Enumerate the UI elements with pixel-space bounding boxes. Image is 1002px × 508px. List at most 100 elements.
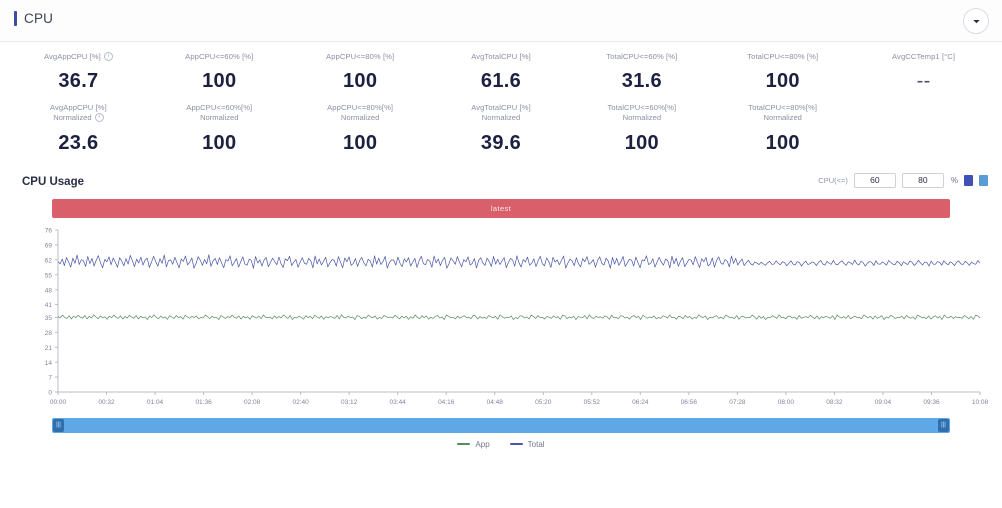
- time-range-slider[interactable]: ||| |||: [52, 417, 950, 433]
- kpi-label-text: AppCPU<=80%[%]: [327, 103, 394, 113]
- kpi-label-text: TotalCPU<=60%[%]: [607, 103, 677, 113]
- title-accent-bar: [14, 11, 17, 26]
- kpi-sublabel: Normalized: [481, 112, 521, 122]
- svg-text:03:12: 03:12: [341, 399, 358, 406]
- svg-text:06:24: 06:24: [632, 399, 649, 406]
- cpu-usage-chart[interactable]: 0 7 14 21 28 35 41 48 55 62 69 76 00:00 00:32 01:04 01:…: [14, 224, 988, 414]
- svg-text:06:56: 06:56: [681, 399, 698, 406]
- kpi-label-text: TotalCPU<=80% [%]: [747, 52, 819, 61]
- kpi-value: 39.6: [480, 131, 522, 154]
- kpi-value: 61.6: [480, 70, 522, 93]
- kpi-avg-total-cpu-normalized: AvgTotalCPU [%] Normalized 39.6: [431, 103, 572, 154]
- kpi-total-cpu-le-80-normalized: TotalCPU<=80%[%] Normalized 100: [712, 103, 853, 154]
- chart-header: CPU Usage CPU(<=) %: [0, 171, 1002, 197]
- legend-item-app[interactable]: App: [457, 439, 490, 449]
- svg-text:7: 7: [48, 375, 52, 382]
- chevron-down-icon[interactable]: [963, 8, 989, 34]
- threshold-low-input[interactable]: [853, 172, 896, 188]
- kpi-label-text: AvgAppCPU [%]: [49, 103, 107, 113]
- line-chart-icon[interactable]: [979, 174, 988, 186]
- range-end-handle[interactable]: |||: [938, 418, 949, 432]
- kpi-label-text: AvgAppCPU [%]: [43, 52, 101, 61]
- kpi-sublabel: Normalized: [340, 112, 380, 122]
- kpi-sublabel: Normalized: [622, 112, 662, 122]
- kpi-value: 100: [202, 131, 237, 154]
- info-icon[interactable]: i: [94, 113, 104, 123]
- kpi-sublabel-text: Normalized: [53, 112, 92, 122]
- svg-text:0: 0: [48, 389, 52, 396]
- kpi-value: --: [916, 70, 931, 93]
- legend-swatch: [509, 443, 523, 446]
- page-title: CPU: [14, 11, 53, 26]
- alert-banner[interactable]: latest: [52, 198, 950, 218]
- kpi-value: 31.6: [621, 70, 662, 93]
- kpi-label: AppCPU<=60%[%]: [186, 103, 252, 112]
- bar-chart-icon[interactable]: [964, 174, 973, 186]
- kpi-empty-cell: [853, 103, 994, 154]
- kpi-avg-total-cpu: AvgTotalCPU [%] 61.6: [431, 52, 572, 93]
- kpi-app-cpu-le-80-normalized: AppCPU<=80%[%] Normalized 100: [290, 103, 431, 154]
- legend-swatch: [457, 443, 471, 446]
- svg-text:00:00: 00:00: [50, 399, 67, 406]
- percent-unit-label: %: [950, 175, 958, 185]
- svg-text:41: 41: [45, 302, 53, 309]
- range-track[interactable]: [52, 417, 950, 433]
- svg-text:48: 48: [45, 287, 53, 294]
- chart-controls: CPU(<=) %: [818, 172, 988, 188]
- alert-banner-wrap: latest: [0, 197, 1002, 218]
- kpi-label-text: AppCPU<=80% [%]: [326, 52, 395, 61]
- svg-text:10:08: 10:08: [972, 399, 988, 406]
- svg-text:28: 28: [45, 330, 53, 337]
- svg-text:07:28: 07:28: [729, 399, 746, 406]
- svg-text:62: 62: [45, 257, 53, 264]
- kpi-label-text: AppCPU<=60%[%]: [186, 103, 253, 113]
- chart-title: CPU Usage: [22, 175, 84, 188]
- kpi-sublabel: Normalized: [200, 112, 239, 122]
- svg-text:08:00: 08:00: [778, 399, 795, 406]
- kpi-total-cpu-le-60-normalized: TotalCPU<=60%[%] Normalized 100: [571, 103, 712, 154]
- kpi-value: 100: [342, 131, 378, 154]
- kpi-label: AppCPU<=80%[%]: [327, 103, 393, 112]
- info-icon[interactable]: i: [103, 52, 113, 62]
- kpi-label: TotalCPU<=80% [%]: [747, 52, 818, 61]
- kpi-sublabel: Normalized: [763, 112, 802, 122]
- svg-text:14: 14: [45, 360, 53, 367]
- kpi-label-text: AvgTotalCPU [%]: [471, 52, 531, 61]
- svg-text:21: 21: [45, 345, 53, 352]
- svg-text:35: 35: [45, 315, 53, 322]
- kpi-value: 23.6: [58, 131, 99, 154]
- legend-label: Total: [527, 439, 545, 449]
- svg-text:08:32: 08:32: [826, 399, 843, 406]
- svg-text:04:48: 04:48: [487, 399, 504, 406]
- kpi-label-text: TotalCPU<=80%[%]: [748, 103, 818, 113]
- kpi-value: 100: [202, 70, 237, 93]
- kpi-avg-cc-temp1: AvgCCTemp1 [°C] --: [853, 52, 994, 93]
- kpi-label: AvgAppCPU [%] i: [43, 52, 113, 62]
- threshold-high-input[interactable]: [901, 172, 944, 188]
- kpi-label: AvgTotalCPU [%]: [471, 52, 531, 61]
- svg-text:02:40: 02:40: [292, 399, 309, 406]
- threshold-label: CPU(<=): [818, 175, 848, 185]
- svg-text:04:16: 04:16: [438, 399, 455, 406]
- range-start-handle[interactable]: |||: [53, 418, 64, 432]
- svg-text:05:20: 05:20: [535, 399, 552, 406]
- legend-item-total[interactable]: Total: [509, 439, 545, 449]
- kpi-app-cpu-le-80: AppCPU<=80% [%] 100: [290, 52, 431, 93]
- page-title-label: CPU: [24, 11, 54, 26]
- kpi-total-cpu-le-80: TotalCPU<=80% [%] 100: [712, 52, 853, 93]
- svg-text:02:08: 02:08: [244, 399, 261, 406]
- kpi-label: AvgCCTemp1 [°C]: [892, 52, 955, 61]
- kpi-label: TotalCPU<=80%[%]: [748, 103, 817, 112]
- legend-label: App: [475, 439, 490, 449]
- svg-text:01:36: 01:36: [195, 399, 212, 406]
- kpi-app-cpu-le-60-normalized: AppCPU<=60%[%] Normalized 100: [149, 103, 290, 154]
- kpi-avg-app-cpu-normalized: AvgAppCPU [%] Normalized i 23.6: [8, 103, 149, 154]
- kpi-total-cpu-le-60: TotalCPU<=60% [%] 31.6: [571, 52, 712, 93]
- svg-text:55: 55: [45, 272, 53, 279]
- kpi-sublabel: Normalized i: [53, 112, 104, 123]
- kpi-avg-app-cpu: AvgAppCPU [%] i 36.7: [8, 52, 149, 93]
- svg-text:09:04: 09:04: [875, 399, 892, 406]
- kpi-label: AppCPU<=60% [%]: [185, 52, 253, 61]
- kpi-value: 36.7: [58, 70, 99, 93]
- kpi-value: 100: [765, 70, 800, 93]
